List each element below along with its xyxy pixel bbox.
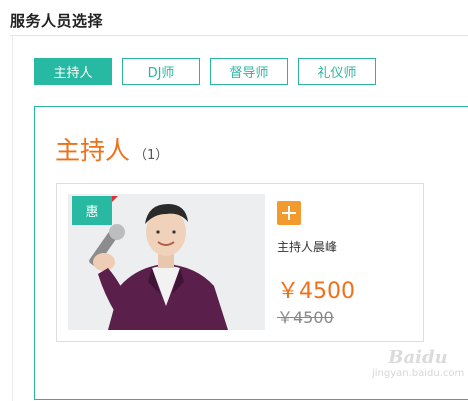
performer-name[interactable]: 主持人晨峰: [277, 238, 337, 255]
promo-corner: [112, 196, 118, 202]
panel-heading: 主持人 （1）: [55, 131, 168, 167]
title-divider: [10, 35, 468, 36]
performer-card[interactable]: 惠 主持人晨峰 ￥4500 ￥4500: [56, 183, 424, 342]
promo-badge: 惠: [72, 196, 112, 225]
add-performer-button[interactable]: [277, 201, 301, 225]
tab-dj[interactable]: DJ师: [122, 58, 200, 85]
section-title: 服务人员选择: [10, 12, 104, 30]
role-tabs: 主持人 DJ师 督导师 礼仪师: [34, 58, 376, 85]
panel-count: （1）: [134, 148, 169, 163]
original-price: ￥4500: [277, 308, 334, 327]
tab-etiquette[interactable]: 礼仪师: [298, 58, 376, 85]
baidu-watermark: Baidu jingyan.baidu.com: [372, 347, 464, 399]
watermark-sub: jingyan.baidu.com: [372, 368, 465, 379]
panel-title: 主持人: [55, 136, 131, 165]
current-price: ￥4500: [277, 279, 355, 304]
tab-host[interactable]: 主持人: [34, 58, 112, 85]
watermark-logo: Baidu: [388, 347, 448, 368]
tab-supervisor[interactable]: 督导师: [210, 58, 288, 85]
left-rule: [12, 36, 13, 401]
performer-photo[interactable]: 惠: [68, 194, 265, 330]
